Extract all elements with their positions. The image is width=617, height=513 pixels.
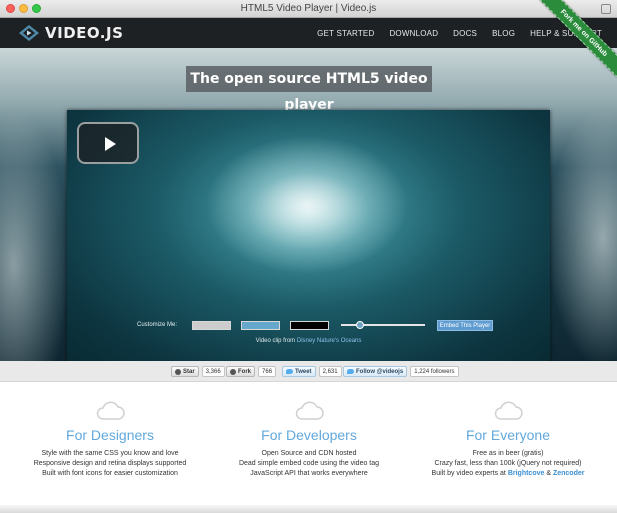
feature-title: For Developers xyxy=(261,427,357,443)
follow-button[interactable]: Follow @videojs xyxy=(343,366,408,377)
github-icon xyxy=(230,368,236,375)
site-logo[interactable]: VIDEO.JS xyxy=(18,22,123,44)
github-star-button[interactable]: Star xyxy=(171,366,199,377)
follower-count[interactable]: 1,224 followers xyxy=(410,366,459,377)
feature-everyone: For Everyone Free as in beer (gratis) Cr… xyxy=(408,399,608,479)
feature-title: For Designers xyxy=(66,427,154,443)
slider-knob[interactable] xyxy=(356,321,365,329)
nav-docs[interactable]: DOCS xyxy=(453,29,477,38)
window-bottom-edge xyxy=(0,505,617,513)
star-count[interactable]: 3,366 xyxy=(201,366,225,377)
feature-line: Crazy fast, less than 100k (jQuery not r… xyxy=(434,460,582,467)
follow-label: Follow @videojs xyxy=(356,368,404,375)
hero-tagline: The open source HTML5 video player xyxy=(186,66,432,113)
site-header: VIDEO.JS GET STARTED DOWNLOAD DOCS BLOG … xyxy=(0,0,617,78)
feature-line: JavaScript API that works everywhere xyxy=(250,470,368,477)
fork-count[interactable]: 766 xyxy=(258,366,277,377)
play-icon xyxy=(105,137,116,151)
feature-line: Built with font icons for easier customi… xyxy=(42,470,178,477)
base-color-swatch[interactable] xyxy=(192,320,232,330)
github-fork-widget: Fork 766 xyxy=(226,366,277,377)
feature-line-credits: Built by video experts at Brightcove & Z… xyxy=(408,469,608,479)
feature-title: For Everyone xyxy=(465,427,551,443)
tweet-label: Tweet xyxy=(295,368,312,375)
customize-controls: Customize Me: Embed This Player xyxy=(137,318,494,332)
twitter-bird-icon xyxy=(347,369,354,374)
credits-amp: & xyxy=(546,470,551,477)
credits-prefix: Built by video experts at xyxy=(431,470,506,477)
hero-splash-left xyxy=(0,108,70,361)
cloud-icon xyxy=(494,401,523,420)
maximize-window-icon[interactable] xyxy=(32,4,41,13)
window-title: HTML5 Video Player | Video.js xyxy=(240,3,377,14)
github-star-widget: Star 3,366 xyxy=(171,366,225,377)
follow-widget: Follow @videojs 1,224 followers xyxy=(343,366,459,377)
logo-mark-icon xyxy=(18,24,40,42)
tweet-count[interactable]: 2,631 xyxy=(318,366,342,377)
zencoder-link[interactable]: Zencoder xyxy=(553,470,585,477)
feature-developers: For Developers Open Source and CDN hoste… xyxy=(209,399,409,479)
star-label: Star xyxy=(183,368,195,375)
slider-track xyxy=(341,324,426,326)
clip-credit: Video clip from Disney Nature's Oceans xyxy=(0,338,617,344)
feature-line: Free as in beer (gratis) xyxy=(472,450,544,457)
feature-line: Style with the same CSS you know and lov… xyxy=(41,450,179,457)
social-bar: Star 3,366 Fork 766 Tweet 2,631 Follow @… xyxy=(0,361,617,382)
feature-line: Dead simple embed code using the video t… xyxy=(238,460,380,467)
font-size-slider[interactable] xyxy=(341,318,426,332)
github-icon xyxy=(175,368,181,375)
nav-download[interactable]: DOWNLOAD xyxy=(389,29,438,38)
feature-designers: For Designers Style with the same CSS yo… xyxy=(10,399,210,479)
hero-splash-right xyxy=(547,108,617,361)
clip-credit-prefix: Video clip from xyxy=(255,338,296,344)
customize-label: Customize Me: xyxy=(137,322,178,328)
clip-source-link[interactable]: Disney Nature's Oceans xyxy=(297,338,362,344)
twitter-bird-icon xyxy=(286,369,293,374)
tweet-button[interactable]: Tweet xyxy=(282,366,316,377)
video-poster-splash xyxy=(197,130,417,280)
brightcove-link[interactable]: Brightcove xyxy=(508,470,545,477)
fork-label: Fork xyxy=(238,368,252,375)
window-titlebar: HTML5 Video Player | Video.js xyxy=(0,0,617,18)
accent-color-swatch[interactable] xyxy=(241,320,281,330)
feature-line: Open Source and CDN hosted xyxy=(261,450,357,457)
tweet-widget: Tweet 2,631 xyxy=(282,366,342,377)
logo-text: VIDEO.JS xyxy=(45,24,124,42)
fullscreen-icon[interactable] xyxy=(601,4,611,14)
embed-player-button[interactable]: Embed This Player xyxy=(437,319,494,331)
big-play-button[interactable] xyxy=(77,122,139,164)
github-fork-button[interactable]: Fork xyxy=(226,366,256,377)
cloud-icon xyxy=(96,401,125,420)
cloud-icon xyxy=(295,401,324,420)
minimize-window-icon[interactable] xyxy=(19,4,28,13)
close-window-icon[interactable] xyxy=(6,4,15,13)
hero-section: The open source HTML5 video player Custo… xyxy=(0,48,617,361)
features-section: For Designers Style with the same CSS yo… xyxy=(0,383,617,505)
background-color-swatch[interactable] xyxy=(290,320,330,330)
feature-line: Responsive design and retina displays su… xyxy=(33,460,187,467)
nav-blog[interactable]: BLOG xyxy=(492,29,515,38)
nav-get-started[interactable]: GET STARTED xyxy=(317,29,374,38)
